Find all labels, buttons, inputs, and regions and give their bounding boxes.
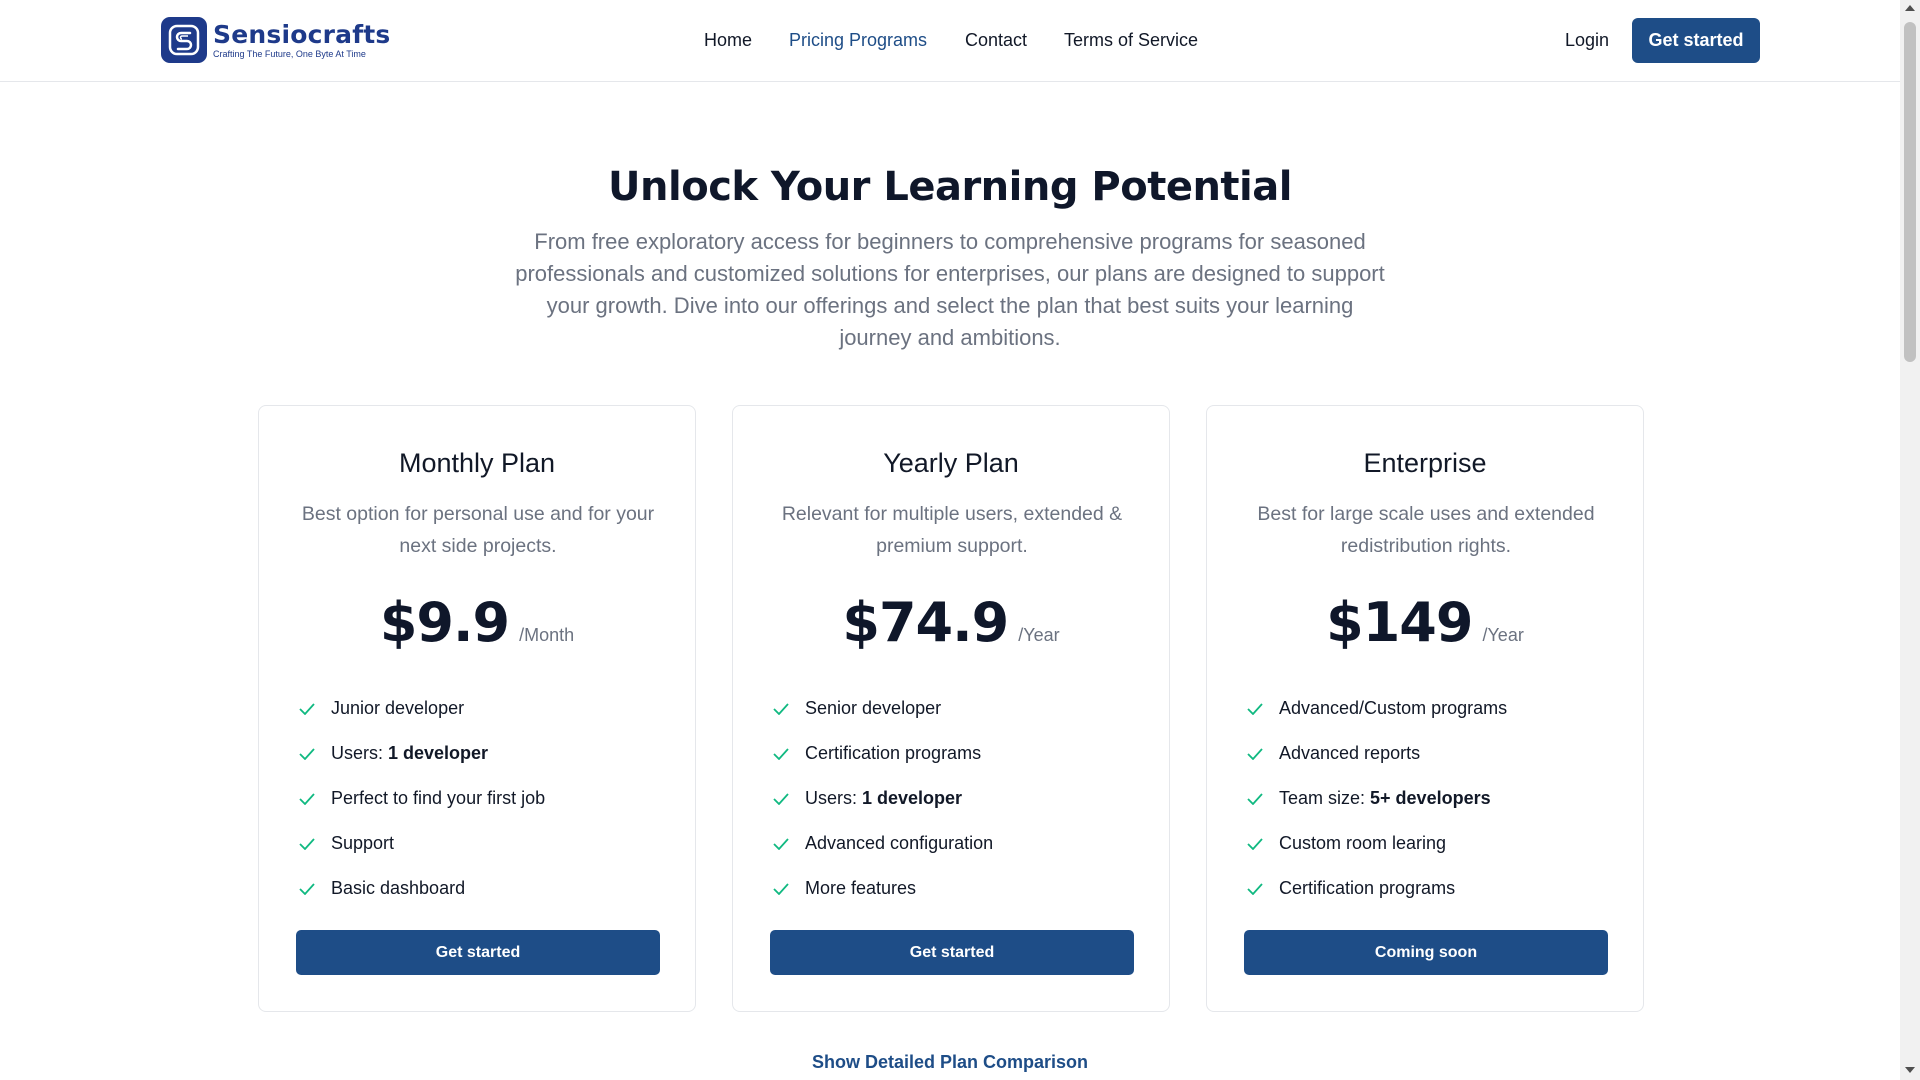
feature-text: Team size: xyxy=(1279,788,1366,808)
plan-card-enterprise: Enterprise Best for large scale uses and… xyxy=(1206,405,1644,1012)
feature-item: Support xyxy=(297,821,545,866)
feature-text: Users: xyxy=(805,788,858,808)
vertical-scrollbar[interactable] xyxy=(1900,0,1920,1080)
check-icon xyxy=(297,789,317,809)
plan-period: /Month xyxy=(519,625,575,645)
hero-title: Unlock Your Learning Potential xyxy=(608,164,1292,210)
feature-text: Certification programs xyxy=(1279,878,1456,898)
plan-description: Best for large scale uses and extended r… xyxy=(1257,503,1595,557)
feature-text: Senior developer xyxy=(805,698,942,718)
check-icon xyxy=(297,699,317,719)
feature-text: Certification programs xyxy=(805,743,982,763)
feature-item: Perfect to find your first job xyxy=(297,776,545,821)
feature-text: Basic dashboard xyxy=(331,878,466,898)
feature-item: Advanced reports xyxy=(1245,731,1507,776)
check-icon xyxy=(1245,834,1265,854)
check-icon xyxy=(771,789,791,809)
feature-item: Certification programs xyxy=(1245,866,1507,911)
show-plan-comparison-link[interactable]: Show Detailed Plan Comparison xyxy=(0,1050,1900,1074)
feature-item: Senior developer xyxy=(771,686,993,731)
check-icon xyxy=(771,699,791,719)
plan-title: Yearly Plan xyxy=(883,448,1019,478)
check-icon xyxy=(1245,789,1265,809)
feature-text: Advanced configuration xyxy=(805,833,994,853)
feature-highlight: 1 developer xyxy=(862,788,963,808)
check-icon xyxy=(297,744,317,764)
plan-card-monthly: Monthly Plan Best option for personal us… xyxy=(258,405,696,1012)
check-icon xyxy=(1245,744,1265,764)
monthly-get-started-button[interactable]: Get started xyxy=(296,930,660,975)
plan-card-yearly: Yearly Plan Relevant for multiple users,… xyxy=(732,405,1170,1012)
login-link[interactable]: Login xyxy=(1565,28,1609,52)
feature-item: More features xyxy=(771,866,993,911)
price-row: $149 /Year xyxy=(1207,590,1643,656)
check-icon xyxy=(1245,699,1265,719)
scrollbar-thumb[interactable] xyxy=(1904,22,1916,362)
feature-item: Users: 1 developer xyxy=(771,776,993,821)
plan-price: $9.9 xyxy=(379,591,510,654)
site-header: Sensiocrafts Crafting The Future, One By… xyxy=(0,0,1900,82)
feature-text: Perfect to find your first job xyxy=(331,788,546,808)
feature-item: Junior developer xyxy=(297,686,545,731)
feature-item: Certification programs xyxy=(771,731,993,776)
nav-terms-of-service[interactable]: Terms of Service xyxy=(1064,28,1198,52)
plan-price: $149 xyxy=(1326,591,1473,654)
feature-text: Custom room learing xyxy=(1279,833,1447,853)
feature-text: Users: xyxy=(331,743,384,763)
feature-highlight: 5+ developers xyxy=(1370,788,1491,808)
nav-contact[interactable]: Contact xyxy=(965,28,1027,52)
feature-text: Advanced/Custom programs xyxy=(1279,698,1508,718)
feature-item: Team size: 5+ developers xyxy=(1245,776,1507,821)
feature-list: Advanced/Custom programs Advanced report… xyxy=(1245,686,1507,911)
feature-highlight: 1 developer xyxy=(388,743,489,763)
feature-list: Junior developer Users: 1 developer Perfe… xyxy=(297,686,545,911)
plan-period: /Year xyxy=(1482,625,1524,645)
check-icon xyxy=(297,879,317,899)
feature-item: Advanced/Custom programs xyxy=(1245,686,1507,731)
plan-period: /Year xyxy=(1018,625,1060,645)
main-nav: Home Pricing Programs Contact Terms of S… xyxy=(0,0,1900,82)
feature-item: Advanced configuration xyxy=(771,821,993,866)
feature-text: Advanced reports xyxy=(1279,743,1421,763)
price-row: $74.9 /Year xyxy=(733,590,1169,656)
plan-price: $74.9 xyxy=(842,591,1009,654)
nav-pricing-programs[interactable]: Pricing Programs xyxy=(789,28,927,52)
feature-item: Basic dashboard xyxy=(297,866,545,911)
check-icon xyxy=(1245,879,1265,899)
feature-list: Senior developer Certification programs … xyxy=(771,686,993,911)
feature-text: Junior developer xyxy=(331,698,465,718)
plan-description: Best option for personal use and for you… xyxy=(301,503,655,557)
price-row: $9.9 /Month xyxy=(259,590,695,656)
feature-item: Custom room learing xyxy=(1245,821,1507,866)
check-icon xyxy=(297,834,317,854)
hero-subtitle: From free exploratory access for beginne… xyxy=(515,229,1385,350)
enterprise-coming-soon-button[interactable]: Coming soon xyxy=(1244,930,1608,975)
plan-description: Relevant for multiple users, extended & … xyxy=(781,503,1123,557)
header-get-started-button[interactable]: Get started xyxy=(1632,18,1760,63)
check-icon xyxy=(771,879,791,899)
check-icon xyxy=(771,744,791,764)
feature-text: More features xyxy=(805,878,917,898)
feature-item: Users: 1 developer xyxy=(297,731,545,776)
check-icon xyxy=(771,834,791,854)
plan-title: Monthly Plan xyxy=(398,448,556,478)
nav-home[interactable]: Home xyxy=(704,28,752,52)
scroll-up-arrow-icon[interactable] xyxy=(1905,5,1915,11)
feature-text: Support xyxy=(331,833,395,853)
yearly-get-started-button[interactable]: Get started xyxy=(770,930,1134,975)
plan-title: Enterprise xyxy=(1363,448,1487,478)
scroll-down-arrow-icon[interactable] xyxy=(1905,1067,1915,1073)
